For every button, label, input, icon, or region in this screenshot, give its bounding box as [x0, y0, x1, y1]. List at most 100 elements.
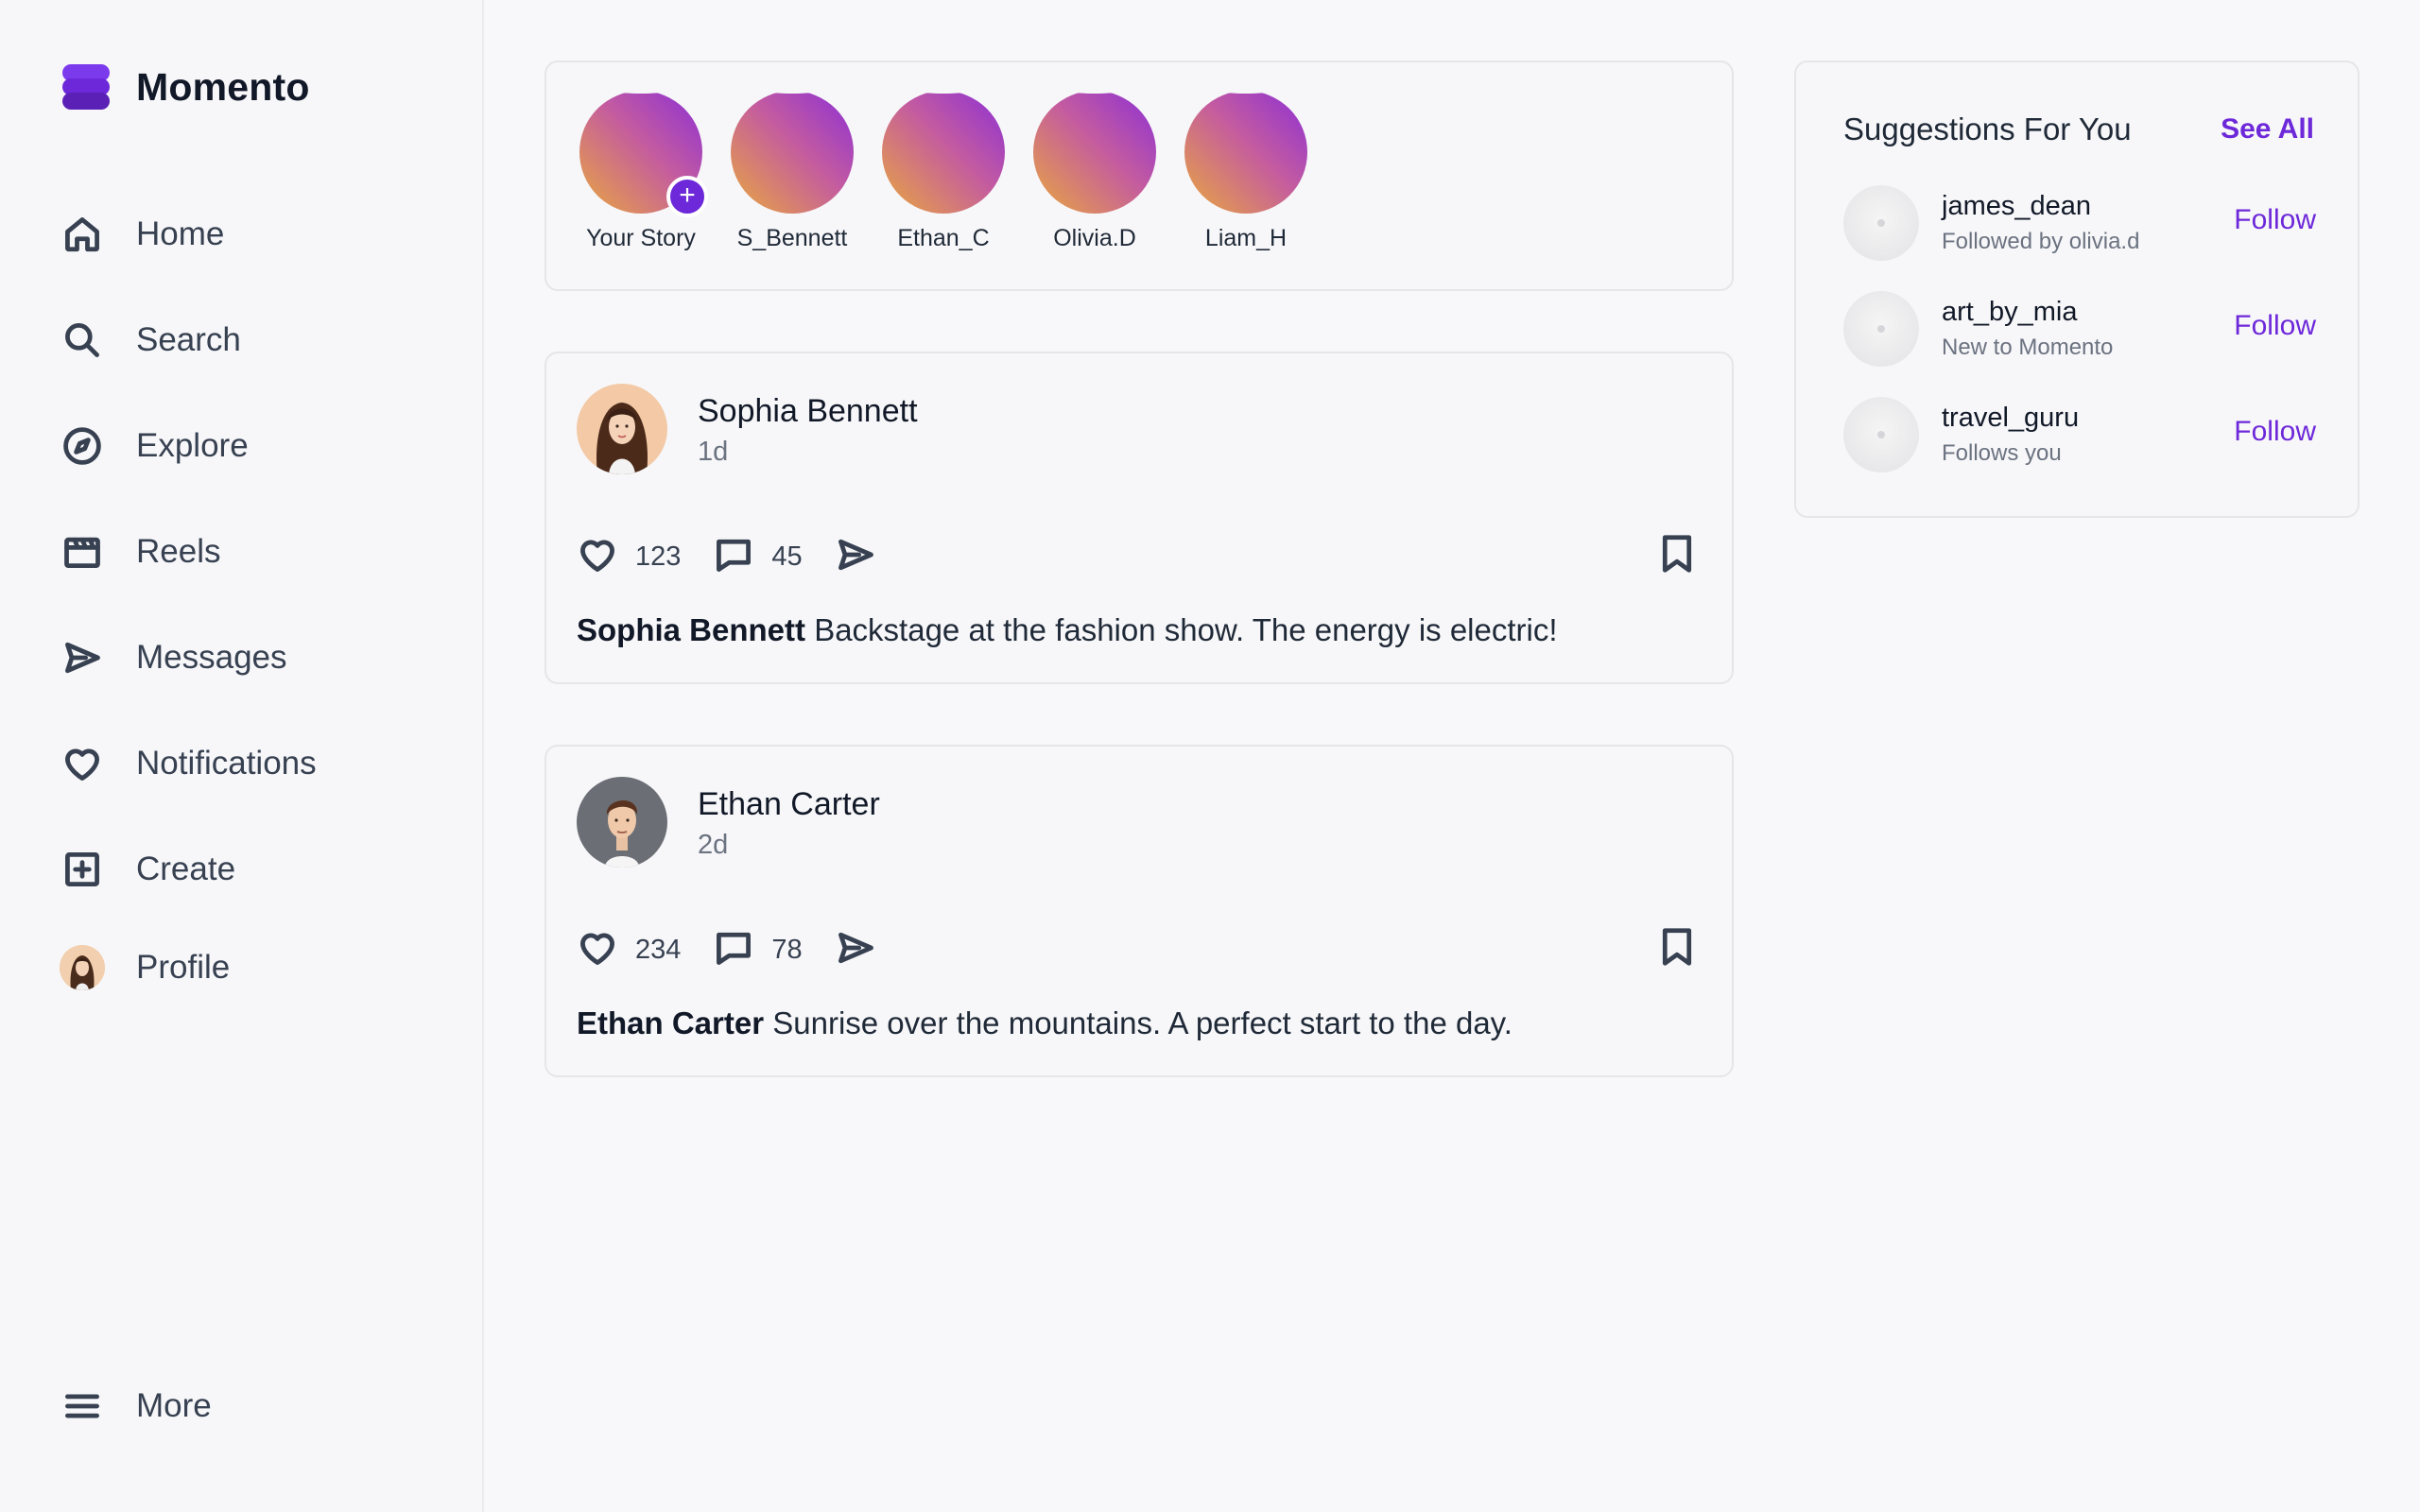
send-icon [835, 927, 876, 973]
avatar [60, 945, 105, 990]
story-item[interactable]: Liam_H [1180, 91, 1312, 252]
suggestion-item: travel_guru Follows you Follow [1843, 397, 2316, 472]
suggestion-username[interactable]: james_dean [1942, 191, 2091, 222]
comment-count: 78 [771, 934, 803, 965]
heart-icon [577, 534, 618, 580]
add-story-plus-icon[interactable]: + [666, 176, 708, 217]
story-item[interactable]: Olivia.D [1028, 91, 1161, 252]
heart-icon [59, 740, 106, 787]
momento-logo-icon [62, 62, 110, 112]
bookmark-button[interactable] [1658, 533, 1696, 579]
post-card: Sophia Bennett 1d 123 45 Sophia Bennett … [544, 352, 1734, 684]
bookmark-icon [1658, 928, 1696, 971]
sidebar-item-reels[interactable]: Reels [59, 524, 220, 580]
search-icon [59, 317, 106, 364]
post-timestamp: 1d [698, 437, 729, 467]
suggestion-subtitle: Followed by olivia.d [1942, 229, 2140, 254]
sidebar-item-label: Notifications [136, 745, 317, 782]
sidebar-item-label: Search [136, 321, 241, 358]
sidebar-item-search[interactable]: Search [59, 312, 241, 369]
story-avatar: + [579, 91, 708, 217]
comment-icon [713, 534, 754, 580]
story-label: Ethan_C [897, 225, 990, 251]
comment-count: 45 [771, 541, 803, 572]
bookmark-icon [1658, 535, 1696, 578]
share-button[interactable] [835, 534, 876, 580]
avatar[interactable] [1843, 185, 1919, 261]
sidebar-item-label: Messages [136, 639, 287, 676]
sidebar-item-label: Explore [136, 427, 249, 464]
caption-author[interactable]: Sophia Bennett [577, 612, 805, 647]
sidebar-item-notifications[interactable]: Notifications [59, 735, 317, 792]
plus-square-icon [59, 846, 106, 893]
comment-icon [713, 927, 754, 973]
sidebar-item-more[interactable]: More [59, 1378, 212, 1435]
share-button[interactable] [835, 927, 876, 973]
bookmark-button[interactable] [1658, 926, 1696, 972]
brand-name: Momento [136, 64, 310, 109]
comment-button[interactable]: 78 [713, 927, 803, 973]
story-label: S_Bennett [736, 225, 848, 251]
story-avatar [1184, 91, 1307, 214]
caption-text: Sunrise over the mountains. A perfect st… [772, 1005, 1512, 1040]
sidebar-item-create[interactable]: Create [59, 841, 235, 898]
post-caption: Sophia Bennett Backstage at the fashion … [577, 612, 1558, 648]
caption-text: Backstage at the fashion show. The energ… [814, 612, 1558, 647]
suggestions-title: Suggestions For You [1843, 112, 2132, 146]
send-icon [59, 634, 106, 681]
post-timestamp: 2d [698, 830, 729, 860]
sidebar-item-messages[interactable]: Messages [59, 629, 287, 686]
story-avatar [882, 91, 1005, 214]
sidebar-item-label: Home [136, 215, 225, 252]
clapperboard-icon [59, 528, 106, 576]
home-icon [59, 211, 106, 258]
suggestion-item: james_dean Followed by olivia.d Follow [1843, 185, 2316, 261]
post-card: Ethan Carter 2d 234 78 Ethan Carter Sunr… [544, 745, 1734, 1077]
post-author-name[interactable]: Ethan Carter [698, 786, 880, 823]
story-avatar [1033, 91, 1156, 214]
suggestion-username[interactable]: travel_guru [1942, 403, 2079, 434]
story-item[interactable]: S_Bennett [726, 91, 858, 252]
sidebar-item-label: Reels [136, 533, 221, 570]
post-author-name[interactable]: Sophia Bennett [698, 393, 918, 430]
menu-icon [59, 1383, 106, 1430]
avatar[interactable] [1843, 291, 1919, 367]
follow-button[interactable]: Follow [2234, 416, 2316, 448]
avatar[interactable] [1843, 397, 1919, 472]
like-button[interactable]: 234 [577, 927, 681, 973]
see-all-link[interactable]: See All [2221, 113, 2314, 146]
story-item[interactable]: + Your Story [575, 91, 708, 252]
post-actions: 234 78 [577, 926, 876, 973]
sidebar: Momento Home Search Explore Reels Messag… [0, 0, 484, 1512]
compass-icon [59, 422, 106, 470]
post-author-avatar[interactable] [577, 777, 667, 868]
post-caption: Ethan Carter Sunrise over the mountains.… [577, 1005, 1512, 1041]
sidebar-item-home[interactable]: Home [59, 206, 224, 263]
story-avatar [731, 91, 854, 214]
follow-button[interactable]: Follow [2234, 310, 2316, 342]
like-count: 234 [635, 934, 682, 965]
heart-icon [577, 927, 618, 973]
caption-author[interactable]: Ethan Carter [577, 1005, 764, 1040]
sidebar-item-label: More [136, 1387, 212, 1424]
brand[interactable]: Momento [62, 60, 310, 113]
comment-button[interactable]: 45 [713, 534, 803, 580]
send-icon [835, 534, 876, 580]
follow-button[interactable]: Follow [2234, 204, 2316, 236]
sidebar-item-explore[interactable]: Explore [59, 418, 249, 474]
stories-bar: + Your Story S_Bennett Ethan_C Olivia.D … [544, 60, 1734, 291]
post-actions: 123 45 [577, 533, 876, 580]
like-count: 123 [635, 541, 682, 572]
suggestion-item: art_by_mia New to Momento Follow [1843, 291, 2316, 367]
suggestion-username[interactable]: art_by_mia [1942, 297, 2077, 328]
suggestion-subtitle: Follows you [1942, 440, 2062, 466]
like-button[interactable]: 123 [577, 534, 681, 580]
sidebar-item-profile[interactable]: Profile [59, 939, 230, 996]
story-item[interactable]: Ethan_C [877, 91, 1010, 252]
story-label: Liam_H [1204, 225, 1288, 251]
sidebar-item-label: Create [136, 850, 236, 887]
sidebar-item-label: Profile [136, 949, 231, 986]
story-label: Your Story [586, 225, 696, 251]
post-author-avatar[interactable] [577, 384, 667, 474]
suggestions-panel: Suggestions For You See All james_dean F… [1794, 60, 2360, 518]
